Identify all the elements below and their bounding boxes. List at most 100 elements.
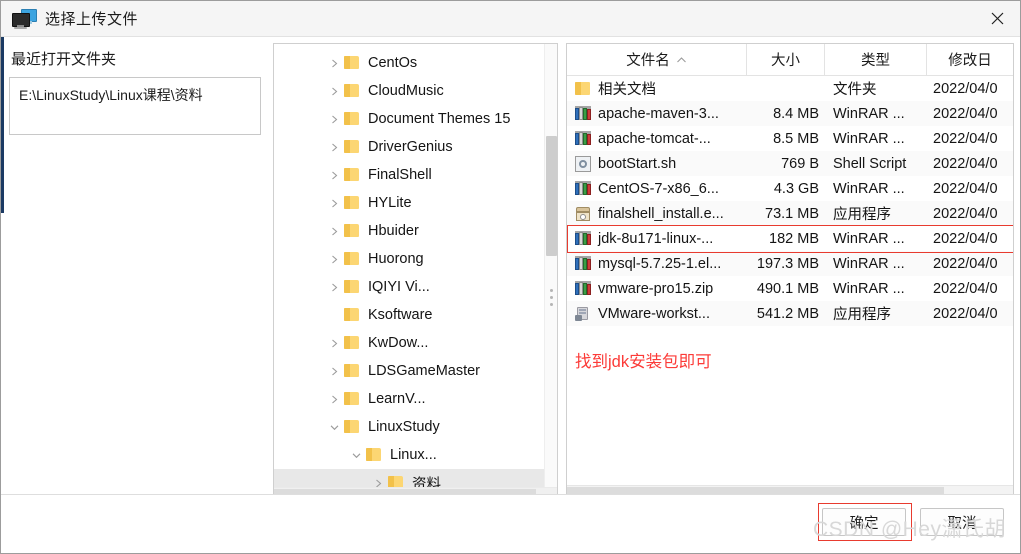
table-row[interactable]: jdk-8u171-linux-... 182 MB WinRAR ... 2022/… <box>567 226 1013 251</box>
chevron-right-icon[interactable] <box>326 363 342 379</box>
close-icon[interactable] <box>974 1 1020 35</box>
folder-icon <box>344 336 360 350</box>
tree-item[interactable]: CloudMusic <box>274 77 557 105</box>
dialog-footer: 确定 取消 CSDN @Hey潇氏胡 <box>1 494 1020 553</box>
tree-item-label: HYLite <box>368 195 412 211</box>
column-header-type[interactable]: 类型 <box>825 44 927 75</box>
table-row[interactable]: apache-tomcat-... 8.5 MB WinRAR ... 2022/04… <box>567 126 1013 151</box>
table-row[interactable]: apache-maven-3... 8.4 MB WinRAR ... 2022/04… <box>567 101 1013 126</box>
cell-size: 8.4 MB <box>773 105 819 122</box>
folder-icon <box>344 112 360 126</box>
vmware-icon <box>575 306 591 322</box>
chevron-down-icon[interactable] <box>326 419 342 435</box>
cell-name: CentOS-7-x86_6... <box>567 180 747 197</box>
chevron-right-icon[interactable] <box>326 111 342 127</box>
cell-size: 182 MB <box>769 230 819 247</box>
folder-icon <box>344 168 360 182</box>
tree-item[interactable]: Huorong <box>274 245 557 273</box>
chevron-right-icon[interactable] <box>326 335 342 351</box>
tree-vertical-scrollbar[interactable] <box>544 44 557 487</box>
column-header-date[interactable]: 修改日 <box>927 44 1013 75</box>
table-row[interactable]: CentOS-7-x86_6... 4.3 GB WinRAR ... 2022/04… <box>567 176 1013 201</box>
folder-icon <box>388 476 404 487</box>
cell-name: mysql-5.7.25-1.el... <box>567 255 747 272</box>
dialog-body: 最近打开文件夹 E:\LinuxStudy\Linux课程\资料 CentOs C… <box>1 37 1020 502</box>
cell-name: jdk-8u171-linux-... <box>567 230 747 247</box>
cell-date: 2022/04/0 <box>933 305 998 322</box>
table-row[interactable]: finalshell_install.e... 73.1 MB 应用程序 2022/0… <box>567 201 1013 226</box>
folder-icon <box>344 364 360 378</box>
tree-item[interactable]: IQIYI Vi... <box>274 273 557 301</box>
chevron-right-icon[interactable] <box>326 279 342 295</box>
tree-item-label: IQIYI Vi... <box>368 279 430 295</box>
cancel-button[interactable]: 取消 <box>920 508 1004 536</box>
tree-item[interactable]: KwDow... <box>274 329 557 357</box>
column-header-name[interactable]: 文件名 <box>567 44 747 75</box>
tree-item-label: LDSGameMaster <box>368 363 481 379</box>
tree-item-label: DriverGenius <box>368 139 453 155</box>
file-list-panel: 文件名 大小 类型 修改日 找到jdk安装包即可 相关文档 文件夹 2022/04/0 ap… <box>566 43 1014 502</box>
tree-item[interactable]: HYLite <box>274 189 557 217</box>
tree-item[interactable]: Ksoftware <box>274 301 557 329</box>
tree-item-label: Linux... <box>390 447 437 463</box>
chevron-right-icon[interactable] <box>326 251 342 267</box>
ok-button[interactable]: 确定 <box>822 508 906 536</box>
cell-name: 相关文档 <box>567 78 747 99</box>
cell-name: finalshell_install.e... <box>567 206 747 222</box>
tree-item[interactable]: LinuxStudy <box>274 413 557 441</box>
tree-item[interactable]: DriverGenius <box>274 133 557 161</box>
cell-size: 541.2 MB <box>756 305 819 322</box>
table-row[interactable]: bootStart.sh 769 B Shell Script 2022/04/0 <box>567 151 1013 176</box>
title-bar: 选择上传文件 <box>1 1 1020 37</box>
tree-item[interactable]: CentOs <box>274 49 557 77</box>
cell-type: Shell Script <box>833 155 907 172</box>
cell-date: 2022/04/0 <box>933 105 998 122</box>
folder-icon <box>344 280 360 294</box>
folder-icon <box>575 81 591 97</box>
chevron-right-icon[interactable] <box>326 195 342 211</box>
table-row[interactable]: VMware-workst... 541.2 MB 应用程序 2022/04/0 <box>567 301 1013 326</box>
folder-tree-list: CentOs CloudMusic Document Themes 15 Driver… <box>274 44 557 487</box>
tree-item[interactable]: Hbuider <box>274 217 557 245</box>
tree-item[interactable]: Document Themes 15 <box>274 105 557 133</box>
cell-type: 应用程序 <box>833 307 891 323</box>
cell-type: WinRAR ... <box>833 280 905 297</box>
file-name-label: finalshell_install.e... <box>598 205 724 222</box>
tree-item[interactable]: LearnV... <box>274 385 557 413</box>
file-name-label: jdk-8u171-linux-... <box>598 230 714 247</box>
cell-name: apache-maven-3... <box>567 105 747 122</box>
file-name-label: VMware-workst... <box>598 305 710 322</box>
chevron-right-icon[interactable] <box>326 167 342 183</box>
cell-size: 769 B <box>781 155 819 172</box>
cell-size: 8.5 MB <box>773 130 819 147</box>
chevron-right-icon[interactable] <box>326 83 342 99</box>
file-name-label: vmware-pro15.zip <box>598 280 714 297</box>
chevron-right-icon[interactable] <box>326 223 342 239</box>
sort-ascending-icon <box>676 52 687 68</box>
cell-name: apache-tomcat-... <box>567 130 747 147</box>
file-list-header: 文件名 大小 类型 修改日 <box>567 44 1013 76</box>
tree-item-label: CloudMusic <box>368 83 444 99</box>
tree-item[interactable]: FinalShell <box>274 161 557 189</box>
chevron-down-icon[interactable] <box>348 447 364 463</box>
cell-date: 2022/04/0 <box>933 205 998 222</box>
table-row[interactable]: 相关文档 文件夹 2022/04/0 <box>567 76 1013 101</box>
column-header-size[interactable]: 大小 <box>747 44 825 75</box>
cell-date: 2022/04/0 <box>933 130 998 147</box>
recent-path-box[interactable]: E:\LinuxStudy\Linux课程\资料 <box>9 77 261 135</box>
tree-vscroll-thumb[interactable] <box>546 136 557 256</box>
tree-item[interactable]: Linux... <box>274 441 557 469</box>
chevron-right-icon[interactable] <box>370 475 386 487</box>
tree-vscroll-grip-dot <box>550 303 553 306</box>
chevron-right-icon[interactable] <box>326 55 342 71</box>
tree-item[interactable]: 资料 <box>274 469 557 487</box>
folder-icon <box>344 308 360 322</box>
tree-item[interactable]: LDSGameMaster <box>274 357 557 385</box>
file-name-label: CentOS-7-x86_6... <box>598 180 719 197</box>
cell-date: 2022/04/0 <box>933 255 998 272</box>
folder-icon <box>344 392 360 406</box>
chevron-right-icon[interactable] <box>326 391 342 407</box>
table-row[interactable]: mysql-5.7.25-1.el... 197.3 MB WinRAR ... 20… <box>567 251 1013 276</box>
table-row[interactable]: vmware-pro15.zip 490.1 MB WinRAR ... 2022/0… <box>567 276 1013 301</box>
chevron-right-icon[interactable] <box>326 139 342 155</box>
